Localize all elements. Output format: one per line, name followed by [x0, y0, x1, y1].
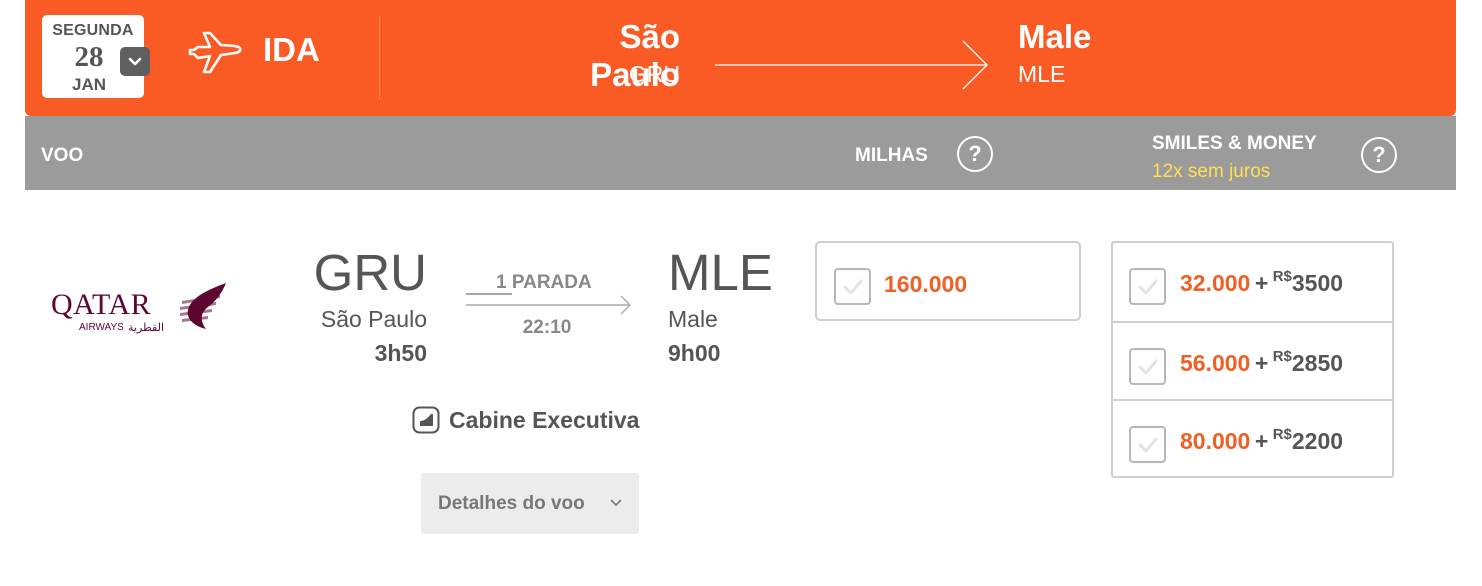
seat-icon [412, 406, 440, 434]
date-month: JAN [71, 75, 106, 94]
option-miles: 80.000 [1180, 428, 1251, 454]
smiles-money-checkbox[interactable] [1129, 426, 1166, 463]
miles-price-option[interactable]: 160.000 [815, 241, 1081, 321]
column-header-bar: VOO MILHAS ? SMILES & MONEY 12x sem juro… [25, 116, 1456, 190]
smiles-money-option[interactable]: 56.000 + R$2850 [1113, 321, 1392, 399]
column-smiles-money: SMILES & MONEY [1152, 133, 1317, 154]
plus-sign: + [1254, 428, 1269, 454]
checkmark-icon [1138, 279, 1157, 294]
arrow-right-icon [466, 293, 631, 315]
header-divider [379, 16, 380, 100]
option-amount: 2850 [1291, 350, 1344, 376]
option-amount: 2200 [1291, 428, 1344, 454]
checkmark-icon [843, 279, 862, 294]
chevron-down-icon [610, 499, 622, 507]
checkmark-icon [1138, 437, 1157, 452]
smiles-money-price: 56.000 + R$2850 [1180, 348, 1344, 377]
destination-city: Male [1018, 18, 1092, 55]
smiles-money-price: 80.000 + R$2200 [1180, 426, 1344, 455]
svg-text:AIRWAYS: AIRWAYS [79, 322, 124, 333]
currency-symbol: R$ [1272, 348, 1292, 365]
smiles-money-checkbox[interactable] [1129, 348, 1166, 385]
installments-label: 12x sem juros [1152, 161, 1271, 182]
cabin-class: Cabine Executiva [449, 407, 640, 433]
flight-origin-city: São Paulo [320, 306, 427, 332]
svg-text:QATAR: QATAR [51, 288, 151, 321]
date-day: 28 [74, 41, 104, 73]
flight-details-button[interactable]: Detalhes do voo [421, 473, 639, 534]
smiles-money-option[interactable]: 80.000 + R$2200 [1113, 399, 1392, 477]
option-miles: 32.000 [1180, 270, 1251, 296]
direction-label: IDA [263, 31, 320, 68]
plus-sign: + [1254, 350, 1269, 376]
flight-destination-city: Male [668, 306, 718, 332]
flight-duration: 22:10 [522, 317, 572, 338]
chevron-down-icon [128, 57, 142, 65]
arrow-right-icon [715, 40, 988, 90]
option-miles: 56.000 [1180, 350, 1251, 376]
miles-price: 160.000 [884, 271, 968, 297]
flight-destination-time: 9h00 [668, 340, 721, 366]
option-amount: 3500 [1291, 270, 1344, 296]
miles-checkbox[interactable] [834, 268, 871, 305]
checkmark-icon [1138, 359, 1157, 374]
flight-origin-code: GRU [313, 244, 427, 301]
origin-code: GRU [628, 61, 680, 87]
smiles-money-options: 32.000 + R$3500 56.000 + R$2850 80.000 +… [1111, 241, 1394, 478]
plane-icon [188, 31, 242, 74]
column-flight: VOO [41, 145, 84, 166]
date-dropdown-button[interactable] [120, 47, 150, 76]
plus-sign: + [1254, 270, 1269, 296]
flight-route-header: SEGUNDA 28 JAN IDA São Paulo GRU Male ML… [25, 0, 1456, 116]
smiles-money-option[interactable]: 32.000 + R$3500 [1113, 243, 1392, 321]
smiles-money-help-button[interactable]: ? [1361, 137, 1397, 173]
currency-symbol: R$ [1272, 268, 1292, 285]
qatar-airways-logo: QATAR AIRWAYS القطرية [51, 283, 226, 334]
smiles-money-price: 32.000 + R$3500 [1180, 268, 1344, 297]
flight-destination-code: MLE [668, 244, 773, 301]
currency-symbol: R$ [1272, 426, 1292, 443]
smiles-money-checkbox[interactable] [1129, 268, 1166, 305]
date-card: SEGUNDA 28 JAN [42, 15, 150, 98]
miles-help-button[interactable]: ? [957, 136, 993, 172]
date-weekday: SEGUNDA [52, 22, 134, 39]
destination-code: MLE [1018, 61, 1066, 87]
flight-details-label: Detalhes do voo [438, 493, 585, 514]
flight-origin-time: 3h50 [374, 340, 427, 366]
column-miles: MILHAS [855, 145, 928, 166]
svg-text:القطرية: القطرية [128, 321, 164, 334]
